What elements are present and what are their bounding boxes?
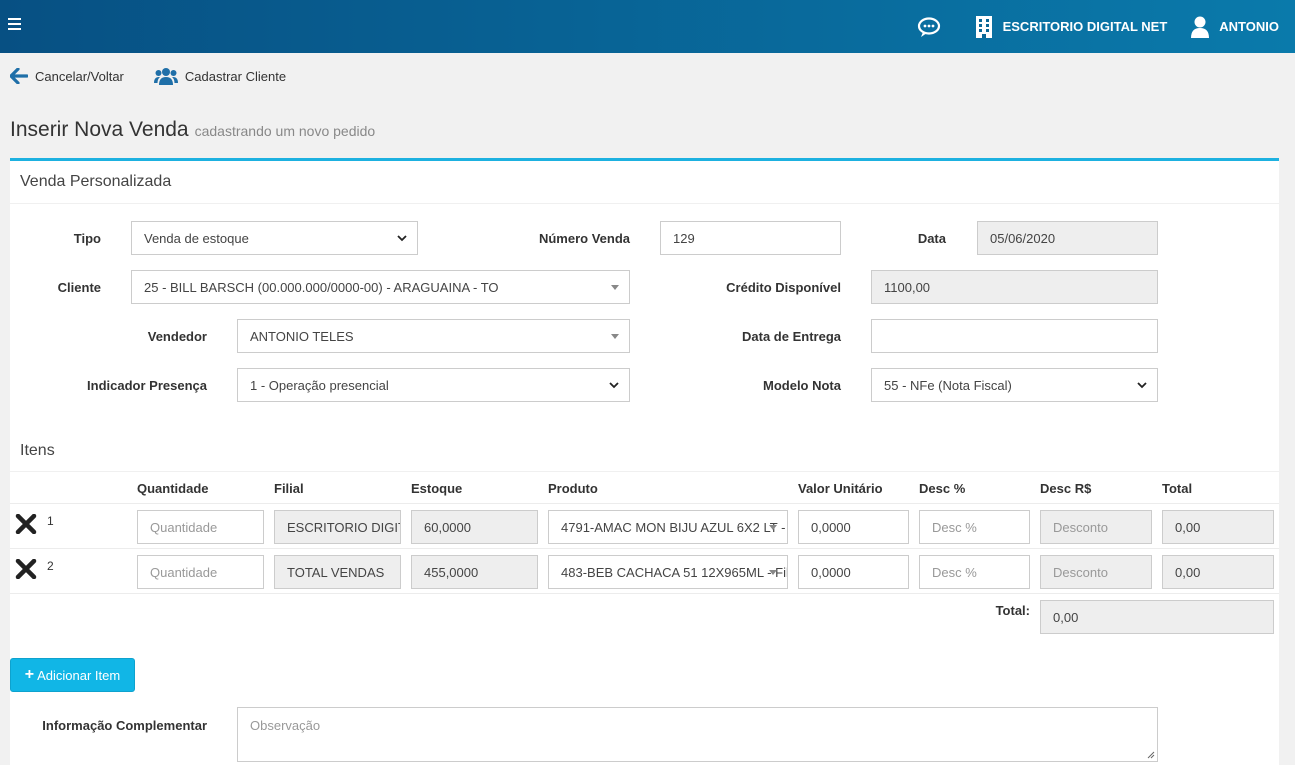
item-estoque-field[interactable]: 60,0000 — [411, 510, 538, 544]
sale-form-box: Venda Personalizada Tipo Venda de estoqu… — [10, 158, 1279, 765]
divider — [10, 503, 1279, 504]
col-estoque: Estoque — [411, 481, 463, 496]
modelo-nota-select[interactable]: 55 - NFe (Nota Fiscal) — [871, 368, 1158, 402]
data-label: Data — [917, 231, 946, 246]
divider — [10, 548, 1279, 549]
page-subtitle: cadastrando um novo pedido — [194, 123, 376, 139]
total-field[interactable]: 0,00 — [1040, 600, 1274, 634]
vendedor-label: Vendedor — [147, 329, 207, 344]
observacao-textarea[interactable]: Observação — [237, 707, 1158, 762]
plus-icon: + — [24, 666, 35, 683]
item-filial-field[interactable]: ESCRITORIO DIGITAL NET — [274, 510, 401, 544]
col-desc-rs: Desc R$ — [1040, 481, 1092, 496]
company-name: ESCRITORIO DIGITAL NET — [1002, 19, 1168, 34]
chevron-down-icon — [1137, 382, 1147, 389]
item-valor-input[interactable]: 0,0000 — [798, 510, 909, 544]
caret-down-icon — [769, 525, 777, 530]
company-menu[interactable]: ESCRITORIO DIGITAL NET — [975, 15, 1168, 39]
item-desc-rs-field[interactable]: Desconto — [1040, 555, 1152, 589]
caret-down-icon — [611, 334, 619, 339]
page-title: Inserir Nova Venda cadastrando um novo pe… — [10, 118, 376, 141]
user-name: ANTONIO — [1219, 19, 1279, 34]
item-desc-pct-input[interactable]: Desc % — [919, 510, 1030, 544]
remove-item-icon[interactable] — [15, 559, 37, 579]
caret-down-icon — [769, 570, 777, 575]
item-valor-input[interactable]: 0,0000 — [798, 555, 909, 589]
tipo-label: Tipo — [73, 231, 101, 246]
divider — [10, 593, 1279, 594]
itens-heading: Itens — [20, 442, 55, 459]
credito-label: Crédito Disponível — [726, 280, 841, 295]
tipo-select[interactable]: Venda de estoque — [131, 221, 418, 255]
item-desc-rs-field[interactable]: Desconto — [1040, 510, 1152, 544]
cancel-back-button[interactable]: Cancelar/Voltar — [10, 68, 124, 84]
box-title: Venda Personalizada — [10, 161, 1279, 204]
item-quantidade-input[interactable]: Quantidade — [137, 510, 264, 544]
user-icon — [1191, 16, 1210, 38]
item-produto-select[interactable]: 483-BEB CACHACA 51 12X965ML - Filial — [548, 555, 788, 589]
indicador-presenca-label: Indicador Presença — [87, 378, 207, 393]
item-desc-pct-input[interactable]: Desc % — [919, 555, 1030, 589]
arrow-left-icon — [10, 68, 28, 84]
modelo-nota-label: Modelo Nota — [763, 378, 841, 393]
item-filial-field[interactable]: TOTAL VENDAS — [274, 555, 401, 589]
numero-venda-label: Número Venda — [538, 231, 630, 246]
indicador-presenca-select[interactable]: 1 - Operação presencial — [237, 368, 630, 402]
col-desc-pct: Desc % — [919, 481, 966, 496]
col-valor-unitario: Valor Unitário — [798, 481, 883, 496]
caret-down-icon — [611, 285, 619, 290]
resize-grip-icon[interactable] — [1147, 751, 1155, 759]
user-menu[interactable]: ANTONIO — [1191, 16, 1279, 38]
item-number: 1 — [47, 514, 54, 528]
numero-venda-input[interactable]: 129 — [660, 221, 841, 255]
divider — [10, 471, 1279, 472]
item-quantidade-input[interactable]: Quantidade — [137, 555, 264, 589]
data-entrega-label: Data de Entrega — [742, 329, 841, 344]
data-entrega-input[interactable] — [871, 319, 1158, 353]
hamburger-menu-icon[interactable] — [8, 15, 24, 35]
col-produto: Produto — [548, 481, 598, 496]
credito-field[interactable]: 1100,00 — [871, 270, 1158, 304]
observacao-placeholder: Observação — [250, 718, 321, 733]
add-item-button[interactable]: + Adicionar Item — [10, 658, 135, 692]
chevron-down-icon — [397, 235, 407, 242]
item-total-field[interactable]: 0,00 — [1162, 555, 1274, 589]
col-quantidade: Quantidade — [137, 481, 209, 496]
chevron-down-icon — [609, 382, 619, 389]
data-field[interactable]: 05/06/2020 — [977, 221, 1158, 255]
item-total-field[interactable]: 0,00 — [1162, 510, 1274, 544]
item-estoque-field[interactable]: 455,0000 — [411, 555, 538, 589]
cliente-select[interactable]: 25 - BILL BARSCH (00.000.000/0000-00) - … — [131, 270, 630, 304]
top-navbar: ESCRITORIO DIGITAL NET ANTONIO — [0, 0, 1295, 53]
total-label: Total: — [995, 603, 1030, 618]
remove-item-icon[interactable] — [15, 514, 37, 534]
chat-icon — [917, 16, 940, 37]
building-icon — [975, 15, 992, 38]
item-number: 2 — [47, 559, 54, 573]
messages-button[interactable] — [917, 16, 951, 38]
col-total: Total — [1162, 481, 1193, 496]
register-client-button[interactable]: Cadastrar Cliente — [153, 67, 286, 85]
users-icon — [153, 68, 178, 85]
item-produto-select[interactable]: 4791-AMAC MON BIJU AZUL 6X2 LT - Filial — [548, 510, 788, 544]
info-complementar-label: Informação Complementar — [42, 718, 207, 733]
vendedor-select[interactable]: ANTONIO TELES — [237, 319, 630, 353]
col-filial: Filial — [274, 481, 304, 496]
action-toolbar: Cancelar/Voltar Cadastrar Cliente — [10, 64, 316, 88]
cliente-label: Cliente — [57, 280, 101, 295]
